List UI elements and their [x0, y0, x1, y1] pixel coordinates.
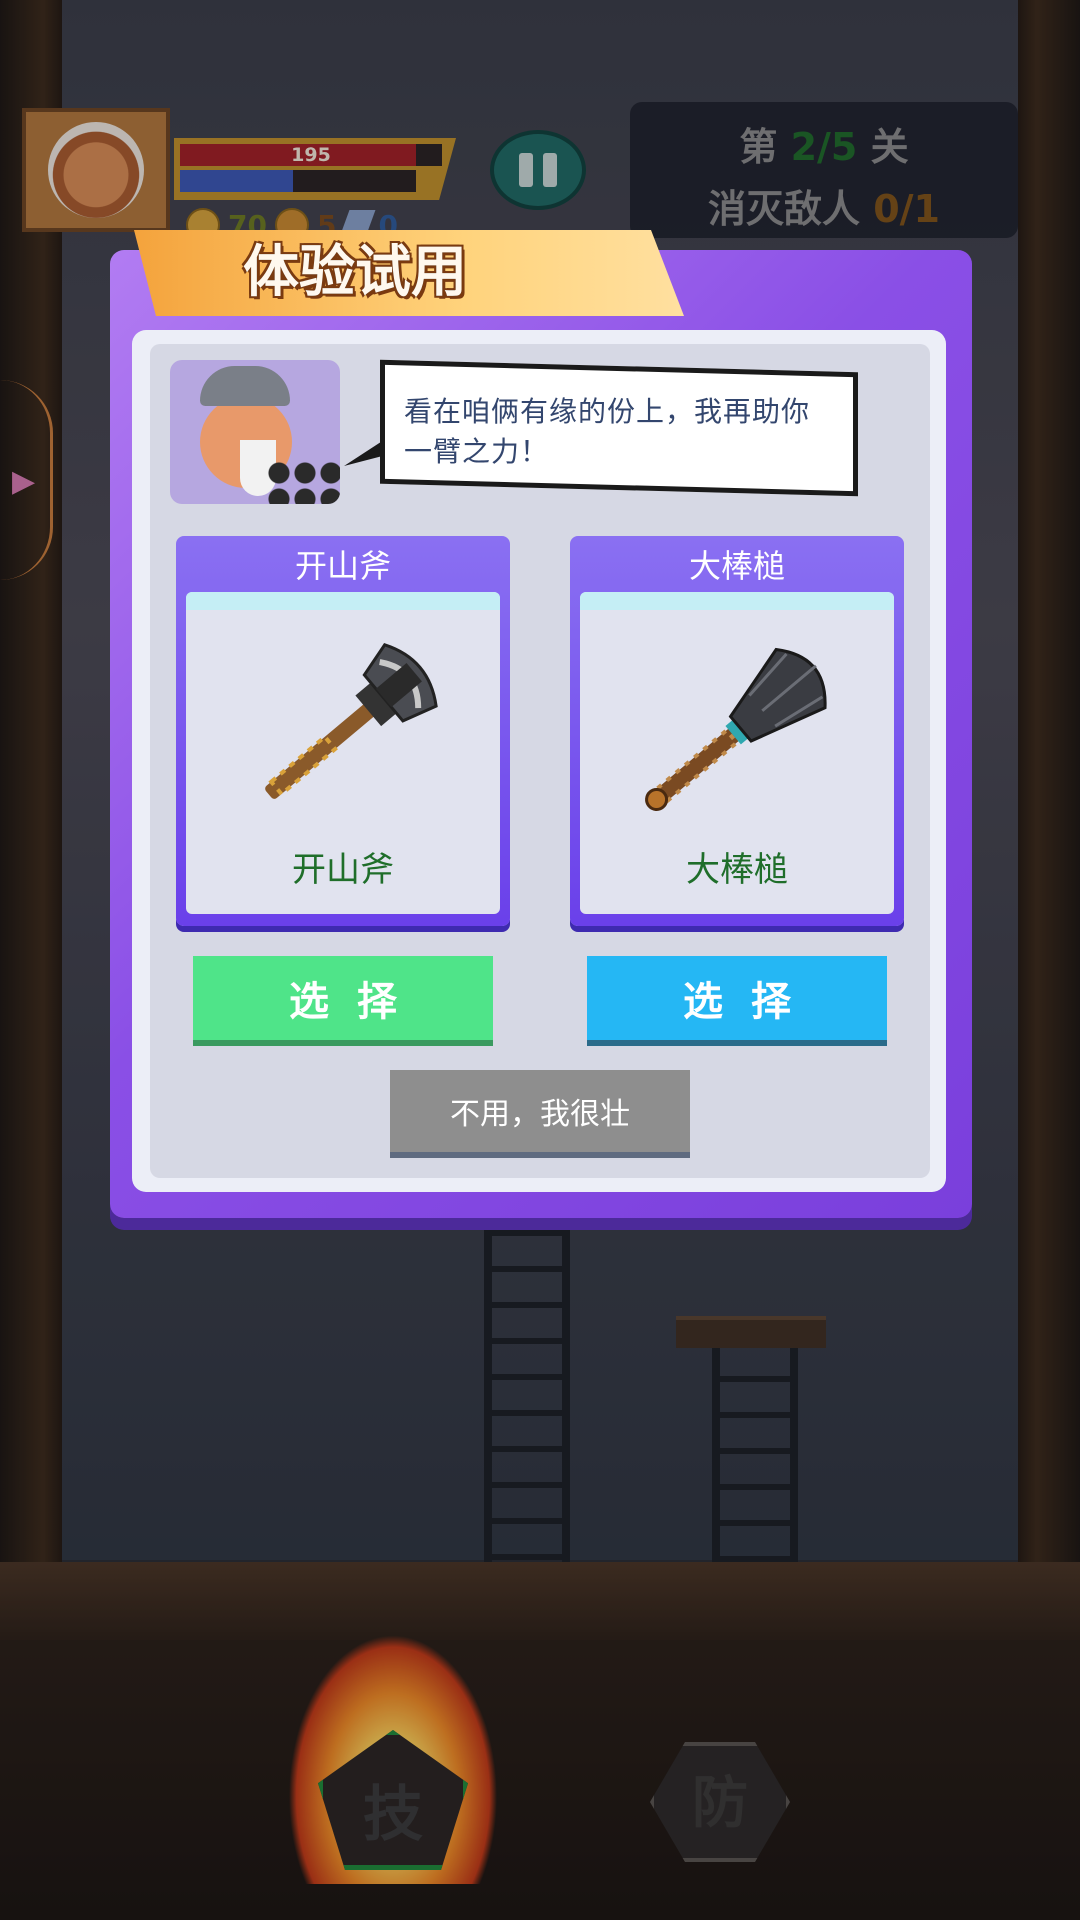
npc-avatar — [170, 360, 340, 504]
dialog-title-wrap: 体验试用 — [0, 230, 560, 316]
weapon-card-axe[interactable]: 开山斧 开山斧 — [176, 536, 510, 926]
weapon-card-header: 开山斧 — [294, 547, 391, 585]
npc-speech-text: 看在咱俩有缘的份上，我再助你一臂之力！ — [404, 395, 811, 468]
card-band — [580, 592, 894, 610]
choose-club-button[interactable]: 选择 — [587, 956, 887, 1040]
weapon-card-body: 开山斧 — [186, 592, 500, 914]
club-icon — [645, 647, 827, 811]
card-band — [186, 592, 500, 610]
weapon-card-body: 大棒槌 — [580, 592, 894, 914]
npc-beads-icon — [266, 460, 340, 504]
weapon-card-header: 大棒槌 — [688, 547, 785, 585]
axe-icon — [265, 643, 438, 799]
weapon-name: 开山斧 — [292, 850, 394, 890]
dialog-title: 体验试用 — [243, 240, 467, 305]
weapon-card-club[interactable]: 大棒槌 大棒槌 — [570, 536, 904, 926]
decline-button[interactable]: 不用，我很壮 — [390, 1070, 690, 1152]
npc-helmet-icon — [200, 366, 290, 406]
choose-axe-button[interactable]: 选择 — [193, 956, 493, 1040]
weapon-name: 大棒槌 — [686, 850, 788, 890]
